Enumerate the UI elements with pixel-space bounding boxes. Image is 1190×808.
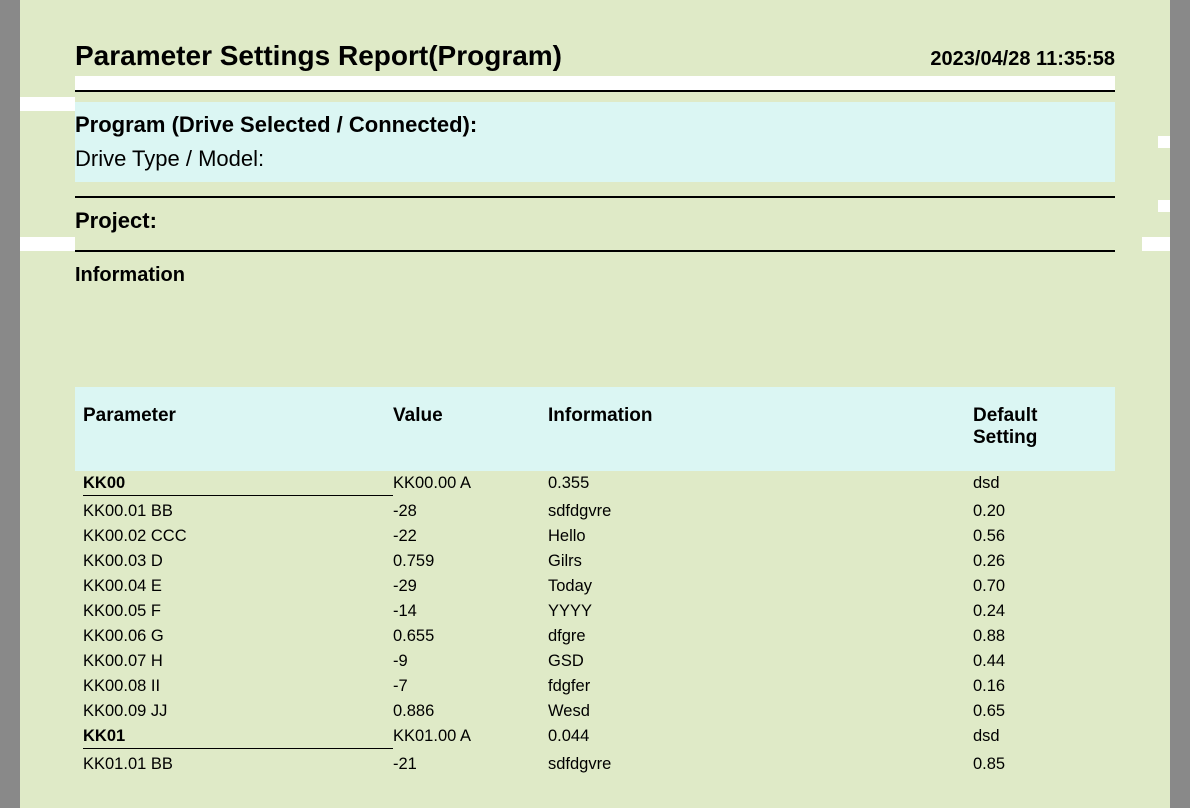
cell-value: 0.759 <box>393 552 548 571</box>
cell-parameter: KK00.06 G <box>83 627 393 646</box>
cell-parameter: KK00.04 E <box>83 577 393 596</box>
cell-information: GSD <box>548 652 973 671</box>
table-row: KK00.02 CCC-22Hello0.56 <box>75 524 1115 549</box>
title-row: Parameter Settings Report(Program) 2023/… <box>75 40 1115 72</box>
cell-default: 0.88 <box>973 627 1107 646</box>
cell-value: -22 <box>393 527 548 546</box>
cell-information: 0.355 <box>548 474 973 496</box>
cell-default: dsd <box>973 727 1107 749</box>
cell-default: 0.24 <box>973 602 1107 621</box>
table-row: KK00KK00.00 A0.355dsd <box>75 471 1115 499</box>
table-row: KK00.06 G0.655dfgre0.88 <box>75 624 1115 649</box>
cell-parameter: KK00.02 CCC <box>83 527 393 546</box>
report-title: Parameter Settings Report(Program) <box>75 40 562 72</box>
cell-information: Today <box>548 577 973 596</box>
drive-type-label: Drive Type / Model: <box>75 140 1115 174</box>
cell-value: -7 <box>393 677 548 696</box>
information-heading: Information <box>75 252 1115 287</box>
cell-parameter: KK00.03 D <box>83 552 393 571</box>
cell-information: YYYY <box>548 602 973 621</box>
cell-parameter: KK00.05 F <box>83 602 393 621</box>
cell-value: KK00.00 A <box>393 474 548 496</box>
cell-parameter: KK00 <box>83 474 393 496</box>
cell-default: 0.70 <box>973 577 1107 596</box>
project-label: Project: <box>75 198 1115 250</box>
table-row: KK00.03 D0.759Gilrs0.26 <box>75 549 1115 574</box>
cell-information: 0.044 <box>548 727 973 749</box>
col-header-parameter: Parameter <box>83 405 393 449</box>
cell-default: 0.44 <box>973 652 1107 671</box>
cell-default: dsd <box>973 474 1107 496</box>
cell-parameter: KK00.01 BB <box>83 502 393 521</box>
cell-information: dfgre <box>548 627 973 646</box>
table-row: KK00.04 E-29Today0.70 <box>75 574 1115 599</box>
cell-value: -9 <box>393 652 548 671</box>
divider <box>75 90 1115 92</box>
divider-white <box>75 76 1115 90</box>
table-row: KK00.05 F-14YYYY0.24 <box>75 599 1115 624</box>
cell-default: 0.85 <box>973 755 1107 774</box>
col-header-default: Default Setting <box>973 405 1107 449</box>
cell-parameter: KK00.07 H <box>83 652 393 671</box>
cell-value: -28 <box>393 502 548 521</box>
cell-information: Wesd <box>548 702 973 721</box>
table-row: KK01KK01.00 A0.044dsd <box>75 724 1115 752</box>
cell-default: 0.20 <box>973 502 1107 521</box>
cell-parameter: KK00.09 JJ <box>83 702 393 721</box>
cell-information: sdfdgvre <box>548 502 973 521</box>
cell-parameter: KK01 <box>83 727 393 749</box>
cell-information: Hello <box>548 527 973 546</box>
table-row: KK01.01 BB-21sdfdgvre0.85 <box>75 752 1115 777</box>
cell-value: -14 <box>393 602 548 621</box>
cell-default: 0.16 <box>973 677 1107 696</box>
cell-parameter: KK01.01 BB <box>83 755 393 774</box>
program-info-box: Program (Drive Selected / Connected): Dr… <box>75 102 1115 182</box>
cell-value: -29 <box>393 577 548 596</box>
cell-default: 0.65 <box>973 702 1107 721</box>
cell-default: 0.56 <box>973 527 1107 546</box>
table-row: KK00.09 JJ0.886Wesd0.65 <box>75 699 1115 724</box>
table-row: KK00.07 H-9GSD0.44 <box>75 649 1115 674</box>
program-label: Program (Drive Selected / Connected): <box>75 110 1115 140</box>
cell-default: 0.26 <box>973 552 1107 571</box>
cell-parameter: KK00.08 II <box>83 677 393 696</box>
cell-information: sdfdgvre <box>548 755 973 774</box>
table-header: Parameter Value Information Default Sett… <box>75 387 1115 471</box>
cell-value: 0.655 <box>393 627 548 646</box>
spacer <box>75 287 1115 387</box>
cell-value: 0.886 <box>393 702 548 721</box>
report-page: Parameter Settings Report(Program) 2023/… <box>20 0 1170 808</box>
cell-information: fdgfer <box>548 677 973 696</box>
table-row: KK00.01 BB-28sdfdgvre0.20 <box>75 499 1115 524</box>
report-timestamp: 2023/04/28 11:35:58 <box>930 48 1115 71</box>
table-body: KK00KK00.00 A0.355dsdKK00.01 BB-28sdfdgv… <box>75 471 1115 777</box>
col-header-information: Information <box>548 405 973 449</box>
cell-value: -21 <box>393 755 548 774</box>
table-row: KK00.08 II-7fdgfer0.16 <box>75 674 1115 699</box>
parameter-table: Parameter Value Information Default Sett… <box>75 387 1115 777</box>
cell-information: Gilrs <box>548 552 973 571</box>
col-header-value: Value <box>393 405 548 449</box>
cell-value: KK01.00 A <box>393 727 548 749</box>
